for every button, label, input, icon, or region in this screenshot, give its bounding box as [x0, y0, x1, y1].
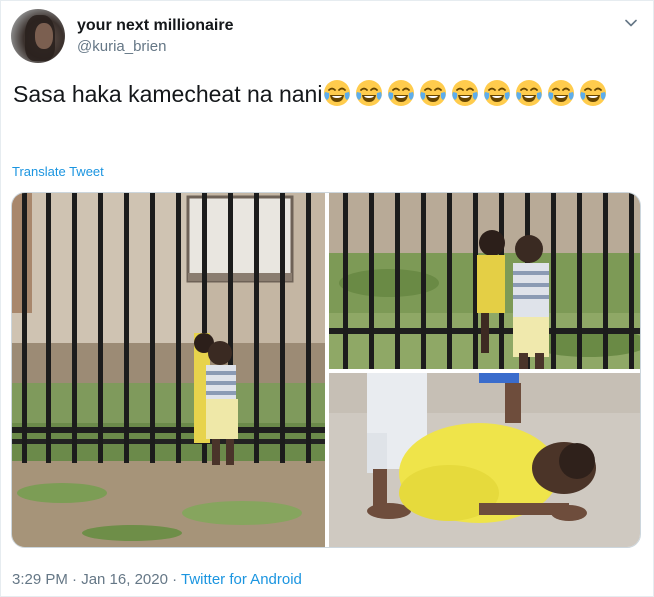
chevron-down-icon[interactable] — [623, 15, 639, 31]
tweet-card: your next millionaire @kuria_brien Sasa … — [0, 0, 654, 597]
translate-tweet-link[interactable]: Translate Tweet — [12, 164, 104, 179]
avatar[interactable] — [11, 9, 65, 63]
tweet-text-body: Sasa haka kamecheat na nani — [13, 81, 323, 107]
timestamp[interactable]: 3:29 PM · Jan 16, 2020 · — [12, 571, 181, 588]
tears-of-joy-emoji-icon — [324, 80, 351, 106]
tears-of-joy-emoji-icon — [484, 80, 511, 106]
tears-of-joy-emoji-icon — [548, 80, 575, 106]
author-handle[interactable]: @kuria_brien — [77, 38, 166, 55]
tears-of-joy-emoji-icon — [356, 80, 383, 106]
photo-child-at-fence[interactable] — [12, 193, 325, 547]
tweet-text: Sasa haka kamecheat na nani — [13, 77, 633, 111]
author-display-name[interactable]: your next millionaire — [77, 17, 233, 35]
tears-of-joy-emoji-icon — [420, 80, 447, 106]
media-grid — [11, 192, 641, 548]
emoji-row — [322, 80, 610, 107]
tears-of-joy-emoji-icon — [452, 80, 479, 106]
tweet-meta: 3:29 PM · Jan 16, 2020 · Twitter for And… — [12, 571, 302, 588]
source-link[interactable]: Twitter for Android — [181, 571, 302, 588]
photo-two-children-at-fence[interactable] — [329, 193, 640, 369]
tears-of-joy-emoji-icon — [516, 80, 543, 106]
photo-child-on-ground[interactable] — [329, 373, 640, 547]
tears-of-joy-emoji-icon — [580, 80, 607, 106]
tears-of-joy-emoji-icon — [388, 80, 415, 106]
